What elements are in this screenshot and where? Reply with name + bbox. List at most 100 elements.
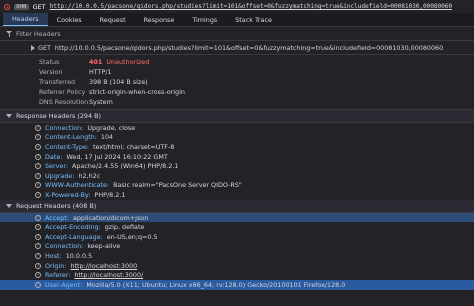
- header-value: 104: [100, 133, 114, 142]
- header-name: Connection:: [45, 123, 84, 132]
- header-row[interactable]: ? Origin: http://localhost:3000: [0, 261, 474, 271]
- summary-value: strict-origin-when-cross-origin: [89, 88, 185, 96]
- header-name: X-Powered-By:: [45, 190, 91, 199]
- header-name: Accept-Encoding:: [45, 223, 101, 232]
- summary-section: Status 401 Unauthorized Version HTTP/1 T…: [0, 55, 474, 110]
- header-name: Content-Type:: [45, 142, 89, 151]
- header-row[interactable]: ? Referer: http://localhost:3000/: [0, 270, 474, 280]
- header-row[interactable]: ? Connection: keep-alive: [0, 242, 474, 252]
- summary-value: 398 B (104 B size): [89, 78, 148, 86]
- header-name: Accept:: [45, 213, 69, 222]
- tab-stack-trace[interactable]: Stack Trace: [226, 13, 281, 26]
- help-icon[interactable]: ?: [35, 233, 41, 240]
- header-name: WWW-Authenticate:: [45, 181, 110, 190]
- help-icon[interactable]: ?: [35, 182, 41, 189]
- tab-timings[interactable]: Timings: [183, 13, 226, 26]
- response-headers-list: ? Connection: Upgrade, close ? Content-Leng…: [0, 123, 474, 200]
- request-headers-title: Request Headers (408 B): [16, 201, 97, 210]
- help-icon[interactable]: ?: [35, 143, 41, 150]
- response-headers-toggle[interactable]: Response Headers (294 B): [0, 110, 474, 123]
- help-icon[interactable]: ?: [35, 172, 41, 179]
- collapse-arrow-icon: [6, 114, 12, 118]
- header-name: Content-Length:: [45, 133, 97, 142]
- header-name: User-Agent:: [45, 280, 83, 289]
- details-tabs: Headers Cookies Request Response Timings…: [0, 13, 474, 27]
- request-line-method: GET: [38, 43, 51, 52]
- filter-headers-field[interactable]: Filter Headers: [0, 27, 474, 41]
- header-row[interactable]: ? WWW-Authenticate: Basic realm="PacsOne S…: [0, 181, 474, 191]
- help-icon[interactable]: ?: [35, 252, 41, 259]
- header-name: Connection:: [45, 242, 84, 251]
- xhr-badge: XHR: [14, 3, 29, 10]
- header-row[interactable]: ? Accept-Encoding: gzip, deflate: [0, 222, 474, 232]
- request-headers-list: ? Accept: application/dicom+json ? Accept-E…: [0, 212, 474, 290]
- help-icon[interactable]: ?: [35, 134, 41, 141]
- header-value: Basic realm="PacsOne Server QIDO-RS": [113, 181, 242, 190]
- help-icon[interactable]: ?: [35, 281, 41, 288]
- summary-key: DNS Resolution: [39, 98, 89, 106]
- help-icon[interactable]: ?: [35, 262, 41, 269]
- blocked-icon: [4, 3, 10, 10]
- summary-key: Version: [39, 68, 63, 76]
- summary-row: Referrer Policy strict-origin-when-cross…: [0, 87, 474, 97]
- summary-row: DNS Resolution System: [0, 97, 474, 107]
- header-row[interactable]: ? Connection: Upgrade, close: [0, 123, 474, 133]
- filter-placeholder: Filter Headers: [16, 29, 61, 38]
- header-row[interactable]: ? Accept: application/dicom+json: [0, 212, 474, 223]
- tab-request[interactable]: Request: [91, 13, 135, 26]
- status-text: Unauthorized: [106, 58, 150, 66]
- tab-response[interactable]: Response: [135, 13, 184, 26]
- response-headers-title: Response Headers (294 B): [16, 112, 101, 120]
- header-name: Referer:: [45, 271, 71, 280]
- status-code: 401: [89, 58, 103, 66]
- header-value-link[interactable]: http://localhost:3000: [70, 262, 137, 270]
- header-row[interactable]: ? Host: 10.0.0.5: [0, 251, 474, 261]
- request-url-link[interactable]: http://10.0.0.5/pacsone/qidors.php/studi…: [50, 3, 453, 10]
- header-row[interactable]: ? Date: Wed, 17 Jul 2024 16:10:22 GMT: [0, 152, 474, 162]
- header-row[interactable]: ? User-Agent: Mozilla/5.0 (X11; Ubuntu; Li…: [0, 279, 474, 290]
- help-icon[interactable]: ?: [35, 272, 41, 279]
- header-value-link[interactable]: http://localhost:3000/: [74, 271, 143, 279]
- header-value: Wed, 17 Jul 2024 16:10:22 GMT: [66, 152, 168, 161]
- header-row[interactable]: ? Accept-Language: en-US,en;q=0.5: [0, 232, 474, 242]
- summary-key: Transferred: [39, 78, 76, 86]
- header-name: Host:: [45, 251, 62, 260]
- summary-row: Version HTTP/1: [0, 67, 474, 77]
- help-icon[interactable]: ?: [35, 163, 41, 170]
- header-value: Apache/2.4.55 (Win64) PHP/8.2.1: [72, 162, 179, 171]
- header-name: Server:: [45, 162, 68, 171]
- help-icon[interactable]: ?: [35, 124, 41, 131]
- request-headers-toggle[interactable]: Request Headers (408 B): [0, 199, 474, 213]
- header-value: en-US,en;q=0.5: [106, 232, 158, 241]
- tab-headers[interactable]: Headers: [3, 13, 48, 26]
- collapse-arrow-icon: [6, 203, 12, 208]
- header-value: application/dicom+json: [72, 213, 149, 222]
- header-name: Upgrade:: [45, 171, 75, 180]
- header-row[interactable]: ? Content-Type: text/html; charset=UTF-8: [0, 142, 474, 152]
- help-icon[interactable]: ?: [35, 214, 41, 221]
- header-row[interactable]: ? Server: Apache/2.4.55 (Win64) PHP/8.2.1: [0, 161, 474, 171]
- header-value: PHP/8.2.1: [94, 190, 126, 199]
- header-row[interactable]: ? X-Powered-By: PHP/8.2.1: [0, 190, 474, 200]
- header-row[interactable]: ? Content-Length: 104: [0, 133, 474, 143]
- request-method: GET: [32, 2, 46, 11]
- request-line-toggle[interactable]: GET http://10.0.0.5/pacsone/qidors.php/s…: [0, 41, 474, 55]
- header-name: Accept-Language:: [45, 232, 103, 241]
- summary-key: Status: [39, 58, 60, 66]
- tab-cookies[interactable]: Cookies: [48, 13, 91, 26]
- header-value: gzip, deflate: [104, 223, 145, 232]
- expand-arrow-icon: [31, 45, 35, 51]
- help-icon[interactable]: ?: [35, 153, 41, 160]
- help-icon[interactable]: ?: [35, 191, 41, 198]
- filter-icon: [6, 30, 12, 37]
- summary-value: System: [89, 98, 113, 106]
- header-name: Date:: [45, 152, 63, 161]
- header-value: h2,h2c: [78, 171, 101, 180]
- request-url-bar: XHR GET http://10.0.0.5/pacsone/qidors.p…: [0, 0, 474, 13]
- help-icon[interactable]: ?: [35, 243, 41, 250]
- request-line-url: http://10.0.0.5/pacsone/qidors.php/studi…: [54, 43, 444, 52]
- summary-row: Transferred 398 B (104 B size): [0, 77, 474, 87]
- help-icon[interactable]: ?: [35, 224, 41, 231]
- summary-row: Status 401 Unauthorized: [0, 57, 474, 67]
- header-row[interactable]: ? Upgrade: h2,h2c: [0, 171, 474, 181]
